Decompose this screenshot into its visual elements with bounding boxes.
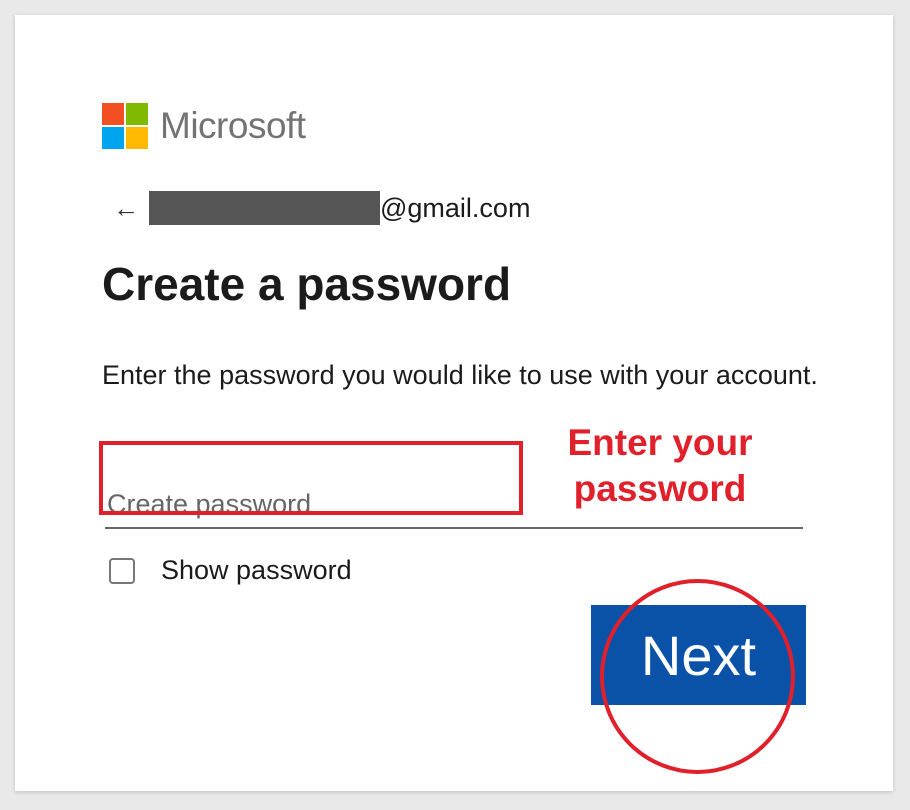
arrow-left-icon[interactable]: ← [111,193,141,223]
signup-card: Microsoft ← @gmail.com Create a password… [15,15,893,791]
brand-name: Microsoft [160,105,306,146]
show-password-option[interactable]: Show password [109,555,352,586]
password-input[interactable] [105,465,803,529]
microsoft-logo-icon [102,103,148,149]
redacted-email-username [149,191,380,225]
page-title: Create a password [102,258,512,310]
email-suffix: @gmail.com [380,192,531,223]
microsoft-logo: Microsoft [102,103,306,149]
page-description: Enter the password you would like to use… [102,360,818,390]
identity-banner: ← @gmail.com [111,190,530,226]
next-button[interactable]: Next [591,605,806,705]
show-password-label: Show password [161,555,352,585]
show-password-checkbox[interactable] [109,557,135,584]
